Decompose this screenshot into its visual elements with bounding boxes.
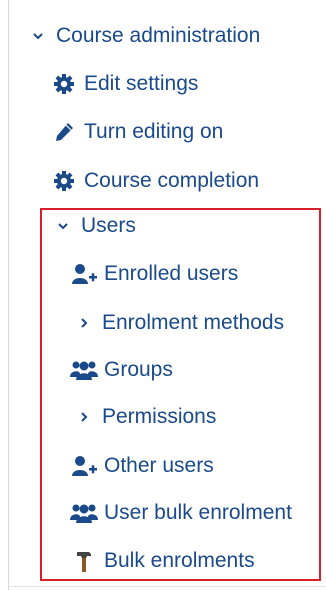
chevron-down-icon (55, 213, 71, 239)
other-users-label: Other users (104, 454, 214, 477)
edit-settings-label: Edit settings (84, 72, 199, 95)
users-label: Users (81, 214, 136, 237)
permissions-node[interactable]: Permissions (76, 404, 216, 430)
bulk-enrolments-label: Bulk enrolments (104, 549, 255, 572)
course-administration-node[interactable]: Course administration (30, 23, 260, 49)
gear-icon (50, 168, 78, 194)
chevron-down-icon (30, 23, 46, 49)
groups-label: Groups (104, 358, 173, 381)
chevron-right-icon (76, 310, 92, 336)
gear-icon (50, 71, 78, 97)
course-completion-label: Course completion (84, 169, 260, 192)
users-icon (70, 500, 98, 526)
turn-editing-on-label: Turn editing on (84, 120, 224, 143)
hammer-icon (70, 548, 98, 574)
enrolled-users-link[interactable]: Enrolled users (70, 261, 238, 287)
user-plus-icon (70, 453, 98, 479)
enrolment-methods-label: Enrolment methods (102, 311, 285, 334)
users-icon (70, 357, 98, 383)
other-users-link[interactable]: Other users (70, 453, 214, 479)
bottom-divider (8, 586, 326, 587)
enrolled-users-label: Enrolled users (104, 262, 239, 285)
edit-settings-link[interactable]: Edit settings (50, 71, 198, 97)
course-administration-label: Course administration (56, 24, 261, 47)
turn-editing-on-link[interactable]: Turn editing on (50, 119, 223, 145)
permissions-label: Permissions (102, 405, 217, 428)
enrolment-methods-node[interactable]: Enrolment methods (76, 310, 284, 336)
course-completion-link[interactable]: Course completion (50, 168, 259, 194)
groups-link[interactable]: Groups (70, 357, 173, 383)
chevron-right-icon (76, 404, 92, 430)
user-bulk-enrolment-label: User bulk enrolment (104, 501, 292, 524)
users-node[interactable]: Users (55, 213, 136, 239)
pencil-icon (50, 119, 78, 145)
bulk-enrolments-link[interactable]: Bulk enrolments (70, 548, 255, 574)
user-bulk-enrolment-link[interactable]: User bulk enrolment (70, 500, 292, 526)
user-plus-icon (70, 261, 98, 287)
